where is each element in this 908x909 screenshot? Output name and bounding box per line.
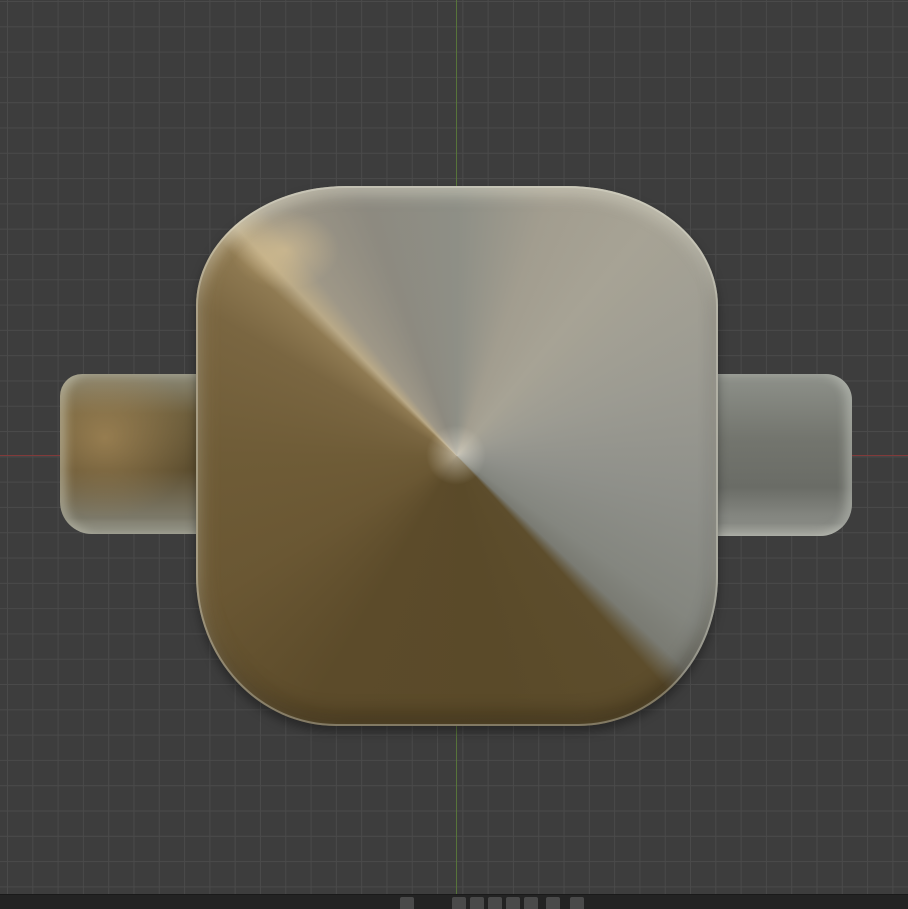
tool-button-icon[interactable] bbox=[452, 897, 466, 909]
tool-button-icon[interactable] bbox=[524, 897, 538, 909]
tool-button-icon[interactable] bbox=[400, 897, 414, 909]
ring-band-left[interactable] bbox=[60, 374, 210, 534]
ring-bezel[interactable] bbox=[196, 186, 718, 726]
tool-button-icon[interactable] bbox=[488, 897, 502, 909]
ring-band-right[interactable] bbox=[700, 374, 852, 536]
tool-button-icon[interactable] bbox=[570, 897, 584, 909]
tool-button-icon[interactable] bbox=[546, 897, 560, 909]
tool-button-icon[interactable] bbox=[506, 897, 520, 909]
bottom-toolbar bbox=[0, 894, 908, 909]
tool-button-icon[interactable] bbox=[470, 897, 484, 909]
3d-viewport[interactable] bbox=[0, 0, 908, 894]
